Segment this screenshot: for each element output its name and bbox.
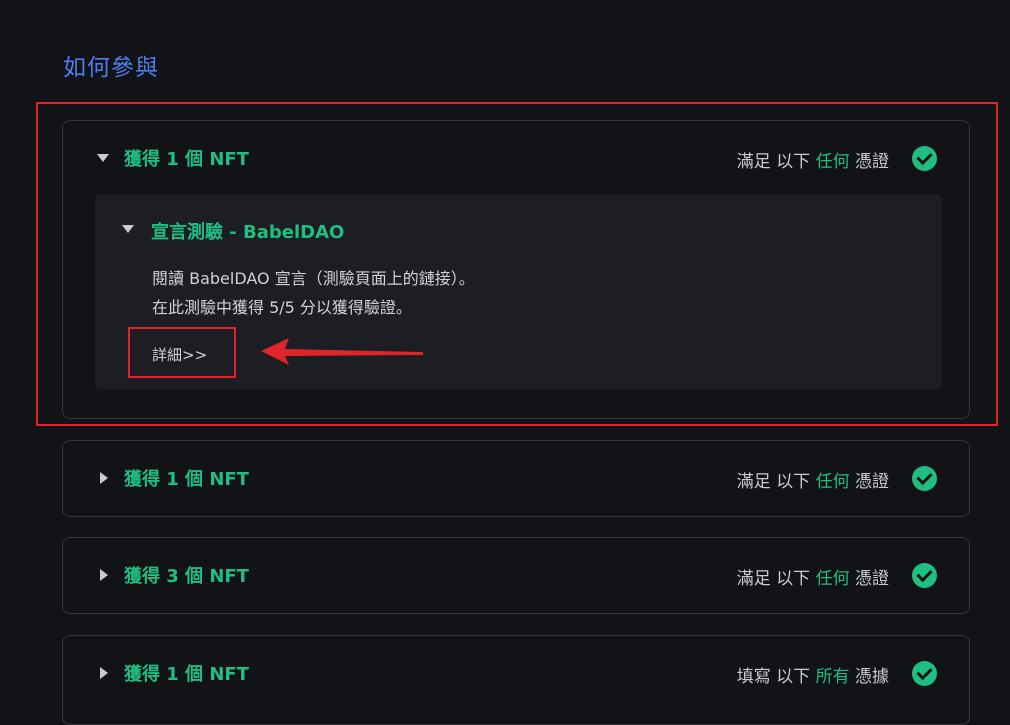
reward-card-header[interactable]: 獲得 1 個 NFT 填寫 以下 所有 憑據 (63, 636, 969, 712)
check-circle-icon (912, 146, 937, 171)
check-circle-icon (912, 466, 937, 491)
expand-triangle-icon[interactable] (100, 569, 108, 581)
description-line-2: 在此測驗中獲得 5/5 分以獲得驗證。 (152, 298, 412, 317)
condition-text: 滿足 以下 任何 憑證 (736, 569, 889, 589)
annotation-arrow-icon (261, 338, 423, 365)
section-title: 如何參與 (63, 55, 159, 81)
expand-triangle-icon[interactable] (100, 472, 108, 484)
description-line-1: 閱讀 BabelDAO 宣言（測驗頁面上的鏈接）。 (152, 269, 475, 288)
reward-title: 獲得 1 個 NFT (124, 469, 249, 490)
expand-triangle-icon[interactable] (100, 667, 108, 679)
condition-text: 滿足 以下 任何 憑證 (736, 472, 889, 492)
check-circle-icon (912, 563, 937, 588)
reward-card-header[interactable]: 獲得 1 個 NFT 滿足 以下 任何 憑證 (63, 121, 969, 197)
reward-title: 獲得 1 個 NFT (124, 664, 249, 685)
reward-title: 獲得 3 個 NFT (124, 566, 249, 587)
credential-title: 宣言測驗 - BabelDAO (151, 222, 345, 243)
reward-card-4: 獲得 1 個 NFT 填寫 以下 所有 憑據 (62, 635, 970, 725)
reward-card-3: 獲得 3 個 NFT 滿足 以下 任何 憑證 (62, 537, 970, 614)
check-circle-icon (912, 661, 937, 686)
collapse-triangle-icon[interactable] (97, 154, 109, 162)
collapse-triangle-icon[interactable] (122, 225, 134, 233)
reward-card-header[interactable]: 獲得 1 個 NFT 滿足 以下 任何 憑證 (63, 441, 969, 517)
details-link[interactable]: 詳細>> (152, 344, 207, 365)
condition-text: 滿足 以下 任何 憑證 (736, 152, 889, 172)
reward-title: 獲得 1 個 NFT (124, 149, 249, 170)
credential-panel: 宣言測驗 - BabelDAO 閱讀 BabelDAO 宣言（測驗頁面上的鏈接）… (95, 194, 942, 389)
reward-card-1: 獲得 1 個 NFT 滿足 以下 任何 憑證 宣言測驗 - BabelDAO 閱… (62, 120, 970, 419)
reward-card-2: 獲得 1 個 NFT 滿足 以下 任何 憑證 (62, 440, 970, 517)
reward-card-header[interactable]: 獲得 3 個 NFT 滿足 以下 任何 憑證 (63, 538, 969, 614)
credential-description: 閱讀 BabelDAO 宣言（測驗頁面上的鏈接）。 在此測驗中獲得 5/5 分以… (152, 264, 475, 322)
condition-text: 填寫 以下 所有 憑據 (736, 667, 889, 687)
